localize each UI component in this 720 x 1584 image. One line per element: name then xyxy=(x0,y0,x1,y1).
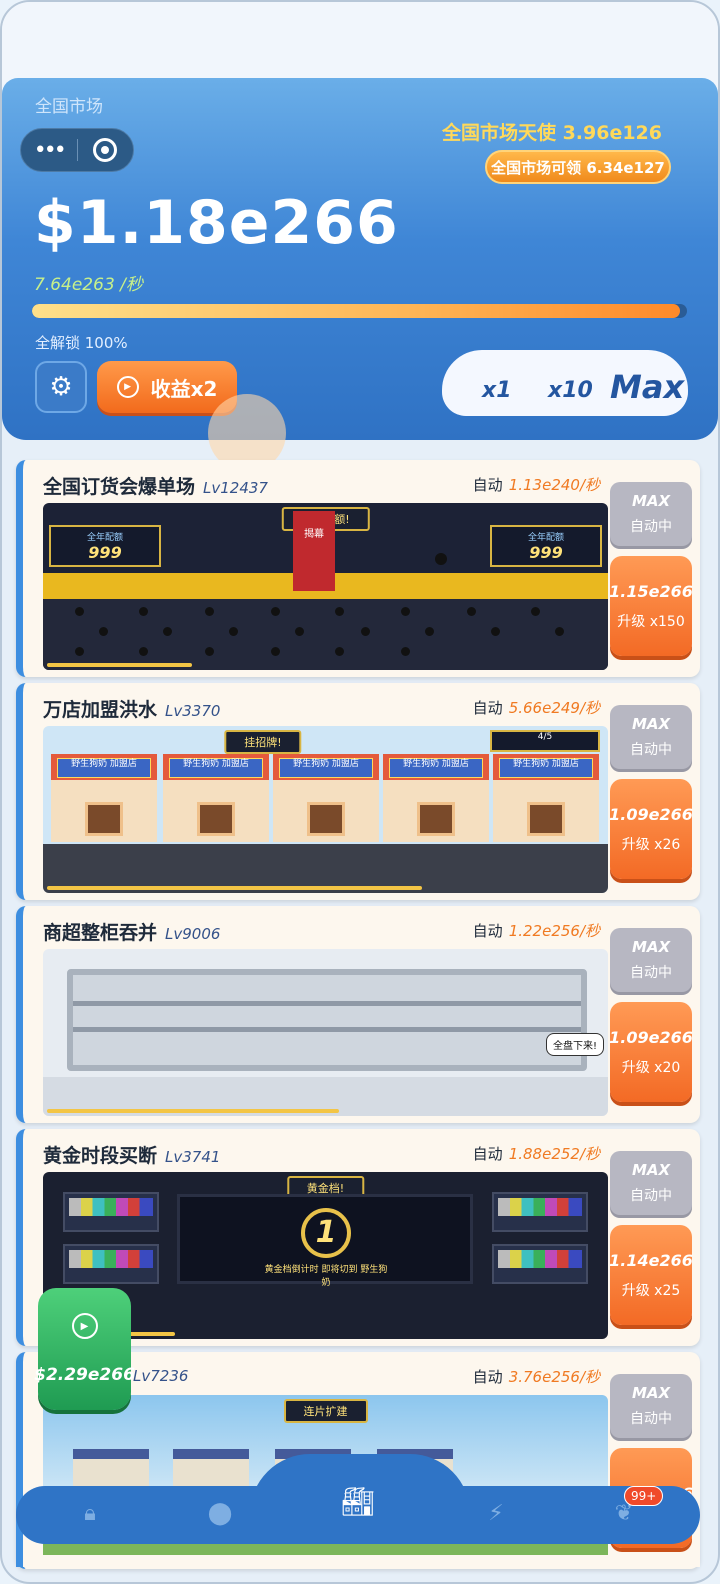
angel-count: 全国市场天使 3.96e126 xyxy=(441,122,662,144)
shop-icon[interactable]: 🔒︎ xyxy=(68,1494,112,1534)
more-icon[interactable]: ••• xyxy=(21,138,77,163)
franchise-store: 野生狗奶 加盟店 xyxy=(273,754,379,842)
quota-board-left: 全年配额 999 xyxy=(49,525,161,567)
upgrade-button[interactable]: 1.14e266 升级 x25 xyxy=(609,1225,693,1325)
host-figure xyxy=(435,553,447,565)
unlock-progress-bar xyxy=(32,304,687,318)
business-income: 自动 1.13e240/秒 xyxy=(472,476,600,494)
scene-banner: 挂招牌! xyxy=(224,730,302,754)
business-level: Lv12437 xyxy=(203,479,268,497)
business-card: 全国订货会爆单场Lv12437 自动1.13e240/秒 全年配额! 全年配额9… xyxy=(16,460,700,677)
scene-progress xyxy=(47,663,192,667)
business-card: 商超整柜吞并 Lv9006 自动 1.22e256/秒 全盘下来! MAX 自动中 1… xyxy=(16,906,700,1123)
scene-banner: 连片扩建 xyxy=(283,1399,368,1423)
store-shelf xyxy=(67,969,587,1071)
total-money: $1.18e266 xyxy=(34,188,399,258)
tv-monitor xyxy=(63,1192,159,1232)
franchise-store: 野生狗奶 加盟店 xyxy=(163,754,269,842)
franchise-store: 野生狗奶 加盟店 xyxy=(493,754,599,842)
max-button[interactable]: MAX 自动中 xyxy=(610,1374,692,1438)
business-scene[interactable]: 挂招牌! 4/5 野生狗奶 加盟店 野生狗奶 加盟店 野生狗奶 加盟店 野生狗奶… xyxy=(43,726,608,893)
business-scene[interactable]: 全年配额! 全年配额999 全年配额999 揭幕 xyxy=(43,503,608,670)
map-pin-icon[interactable]: ⬤ xyxy=(198,1494,242,1534)
factory-building xyxy=(73,1449,149,1489)
business-level: Lv3370 xyxy=(165,702,221,720)
business-scene[interactable]: 全盘下来! xyxy=(43,949,608,1116)
market-header: 全国市场 ••• $1.18e266 7.64e263 /秒 全国市场天使 3.… xyxy=(2,78,718,440)
shelf-plank xyxy=(73,1027,581,1032)
game-screen: 全国市场 ••• $1.18e266 7.64e263 /秒 全国市场天使 3.… xyxy=(0,0,720,1584)
tv-monitor xyxy=(492,1192,588,1232)
upgrade-button[interactable]: 1.09e266 升级 x26 xyxy=(609,779,693,879)
miniprogram-capsule: ••• xyxy=(20,128,134,172)
scene-progress xyxy=(47,1109,339,1113)
multiplier-max[interactable]: Max xyxy=(610,368,684,406)
close-miniprogram-icon[interactable] xyxy=(77,138,133,162)
business-income: 自动 1.88e252/秒 xyxy=(472,1145,600,1163)
business-card: 万店加盟洪水 Lv3370 自动 5.66e249/秒 挂招牌! 4/5 野生狗奶 … xyxy=(16,683,700,900)
upgrade-button[interactable]: 1.15e266 升级 x150 xyxy=(609,556,693,656)
progress-fill xyxy=(32,304,681,318)
settings-button[interactable]: ⚙ xyxy=(35,361,87,413)
quota-board-right: 全年配额 999 xyxy=(490,525,602,567)
reward-value: $2.29e266 xyxy=(34,1365,135,1385)
audience xyxy=(43,599,608,670)
franchise-store: 野生狗奶 加盟店 xyxy=(383,754,489,842)
lightning-icon[interactable]: ⚡︎ xyxy=(474,1494,518,1534)
multiplier-x1[interactable]: x1 xyxy=(482,378,512,403)
business-name: 黄金时段买断 Lv3741 xyxy=(43,1145,221,1167)
shelf-plank xyxy=(73,1001,581,1006)
franchise-store: 野生狗奶 加盟店 xyxy=(51,754,157,842)
video-reward-button[interactable]: ▶ $2.29e266 xyxy=(34,1288,135,1410)
factory-building xyxy=(173,1449,249,1489)
boost-label: 收益x2 xyxy=(150,376,218,401)
tv-monitor xyxy=(63,1244,159,1284)
unlock-percent: 全解锁 100% xyxy=(35,334,128,352)
countdown-coin: 1 xyxy=(301,1208,351,1258)
upgrade-button[interactable]: 1.09e266 升级 x20 xyxy=(609,1002,693,1102)
business-name: 商超整柜吞并 Lv9006 xyxy=(43,922,221,944)
stage-curtain: 揭幕 xyxy=(293,511,335,591)
countdown-caption: 黄金档倒计时 即将切到 野生狗奶 xyxy=(264,1265,388,1288)
max-button[interactable]: MAX 自动中 xyxy=(610,705,692,769)
income-boost-button[interactable]: ▶ 收益x2 xyxy=(97,361,237,413)
business-name: 万店加盟洪水 Lv3370 xyxy=(43,699,221,721)
max-button[interactable]: MAX 自动中 xyxy=(610,928,692,992)
business-name: 全国订货会爆单场 Lv12437 xyxy=(43,476,268,498)
gear-icon: ⚙ xyxy=(49,372,73,402)
business-card-peek xyxy=(16,1555,700,1567)
max-button[interactable]: MAX 自动中 xyxy=(610,1151,692,1215)
business-income: 自动 5.66e249/秒 xyxy=(472,699,600,717)
multiplier-x10[interactable]: x10 xyxy=(548,378,593,403)
business-level: Lv9006 xyxy=(165,925,221,943)
scene-progress xyxy=(47,886,422,890)
income-rate: 7.64e263 /秒 xyxy=(34,275,143,295)
business-level: Lv7236 xyxy=(133,1367,189,1385)
max-button[interactable]: MAX 自动中 xyxy=(610,482,692,546)
speech-bubble: 全盘下来! xyxy=(545,1033,604,1056)
business-income: 自动 3.76e256/秒 xyxy=(472,1368,600,1386)
play-video-icon: ▶ xyxy=(71,1313,98,1339)
business-income: 自动 1.22e256/秒 xyxy=(472,922,600,940)
notification-badge: 99+ xyxy=(624,1486,664,1506)
claim-angels-button[interactable]: 全国市场可领 6.34e127 xyxy=(485,150,671,184)
play-video-icon: ▶ xyxy=(116,376,139,398)
store-counter: 4/5 xyxy=(490,730,600,752)
business-level: Lv3741 xyxy=(165,1148,221,1166)
tv-monitor xyxy=(492,1244,588,1284)
factory-icon[interactable]: 🏭︎ xyxy=(336,1482,380,1522)
region-label: 全国市场 xyxy=(35,97,103,117)
